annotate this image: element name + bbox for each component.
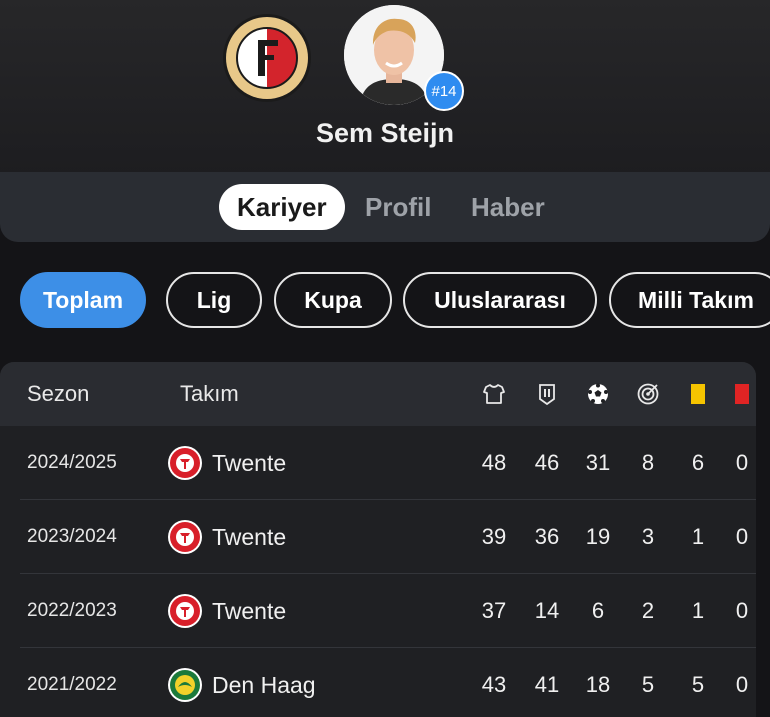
filter-kupa[interactable]: Kupa — [274, 272, 392, 328]
assists-value: 5 — [641, 672, 655, 697]
season-cell: 2024/2025 — [27, 452, 117, 473]
tab-haber[interactable]: Haber — [453, 184, 563, 230]
twente-logo-icon — [168, 520, 202, 554]
starts-value: 46 — [534, 450, 560, 475]
target-icon — [637, 383, 659, 405]
red-cards-value: 0 — [735, 450, 749, 475]
yellow-cards-value: 1 — [691, 598, 705, 623]
starts-value: 36 — [534, 524, 560, 549]
table-row[interactable]: 2024/2025 Twente 48 46 31 8 6 0 — [0, 426, 756, 500]
starts-value: 14 — [534, 598, 560, 623]
team-name[interactable]: Twente — [212, 574, 286, 648]
assists-value: 3 — [641, 524, 655, 549]
season-cell: 2022/2023 — [27, 600, 117, 621]
goals-value: 19 — [585, 524, 611, 549]
yellow-card-icon — [691, 384, 705, 404]
player-header: #14 Sem Steijn — [0, 0, 770, 175]
appearances-value: 48 — [481, 450, 507, 475]
table-row[interactable]: 2023/2024 Twente 39 36 19 3 1 0 — [0, 500, 756, 574]
filter-milli-takim[interactable]: Milli Takım — [609, 272, 770, 328]
yellow-cards-value: 5 — [691, 672, 705, 697]
assists-value: 8 — [641, 450, 655, 475]
yellow-cards-value: 1 — [691, 524, 705, 549]
appearances-value: 43 — [481, 672, 507, 697]
den-haag-logo-icon — [168, 668, 202, 702]
goals-value: 6 — [591, 598, 605, 623]
red-cards-value: 0 — [735, 672, 749, 697]
red-card-icon — [735, 384, 749, 404]
competition-filter-bar: Toplam Lig Kupa Uluslararası Milli Takım — [0, 272, 770, 332]
goals-value: 18 — [585, 672, 611, 697]
twente-logo-icon — [168, 594, 202, 628]
filter-uluslararasi[interactable]: Uluslararası — [403, 272, 597, 328]
team-name[interactable]: Twente — [212, 500, 286, 574]
red-cards-value: 0 — [735, 598, 749, 623]
column-header-team: Takım — [180, 381, 239, 406]
twente-logo-icon — [168, 446, 202, 480]
filter-lig[interactable]: Lig — [166, 272, 262, 328]
season-cell: 2021/2022 — [27, 674, 117, 695]
ball-icon — [588, 383, 608, 404]
career-stats-table: Sezon Takım 2024/2025 Twente 48 46 31 8 … — [0, 362, 756, 717]
red-cards-value: 0 — [735, 524, 749, 549]
starts-value: 41 — [534, 672, 560, 697]
team-name[interactable]: Twente — [212, 426, 286, 500]
table-header: Sezon Takım — [0, 362, 756, 426]
appearances-value: 39 — [481, 524, 507, 549]
tab-bar: Kariyer Profil Haber — [0, 172, 770, 242]
season-cell: 2023/2024 — [27, 526, 117, 547]
column-header-season: Sezon — [27, 381, 90, 406]
feyenoord-club-logo-icon[interactable] — [222, 13, 312, 103]
table-row[interactable]: 2021/2022 Den Haag 43 41 18 5 5 0 — [0, 648, 756, 717]
tab-profil[interactable]: Profil — [347, 184, 449, 230]
goals-value: 31 — [585, 450, 611, 475]
team-name[interactable]: Den Haag — [212, 648, 316, 717]
yellow-cards-value: 6 — [691, 450, 705, 475]
shirt-number-badge: #14 — [424, 71, 464, 111]
assists-value: 2 — [641, 598, 655, 623]
table-row[interactable]: 2022/2023 Twente 37 14 6 2 1 0 — [0, 574, 756, 648]
filter-toplam[interactable]: Toplam — [20, 272, 146, 328]
shirt-icon — [483, 384, 505, 404]
tab-kariyer[interactable]: Kariyer — [219, 184, 345, 230]
player-avatar-wrap: #14 — [344, 5, 464, 111]
lineup-icon — [539, 384, 555, 406]
player-name: Sem Steijn — [315, 118, 455, 148]
appearances-value: 37 — [481, 598, 507, 623]
